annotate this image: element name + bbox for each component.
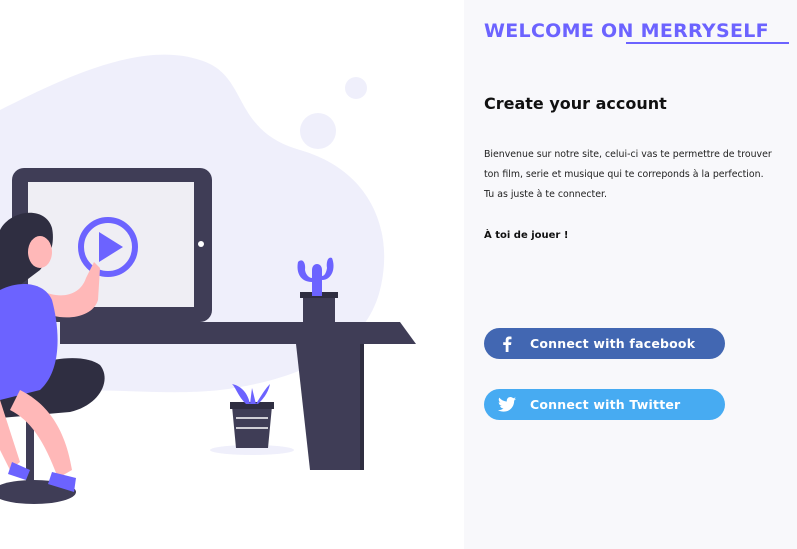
intro-line: Tu as juste à te connecter. (484, 189, 607, 200)
twitter-icon (484, 389, 530, 420)
facebook-button-label: Connect with facebook (530, 336, 696, 351)
connect-facebook-button[interactable]: Connect with facebook (484, 328, 725, 359)
brand-underline (626, 42, 789, 44)
woman-at-desk-illustration (0, 54, 416, 504)
floor-plant (210, 384, 294, 455)
facebook-icon (484, 328, 530, 359)
twitter-button-label: Connect with Twitter (530, 397, 681, 412)
connect-twitter-button[interactable]: Connect with Twitter (484, 389, 725, 420)
desk-leg-shadow (360, 344, 364, 470)
intro-line: Bienvenue sur notre site, celui-ci vas t… (484, 149, 772, 160)
tablet-button (198, 241, 204, 247)
intro-line: ton film, serie et musique qui te correp… (484, 169, 764, 180)
desk-top (60, 322, 416, 344)
decor-circle-small (345, 77, 367, 99)
desk-leg (296, 344, 362, 470)
page-title: Create your account (484, 94, 667, 113)
decor-circle-medium (300, 113, 336, 149)
brand-title: WELCOME ON MERRYSELF (484, 20, 769, 42)
illustration-panel (0, 0, 464, 549)
signup-panel: WELCOME ON MERRYSELF Create your account… (464, 0, 797, 549)
intro-text: Bienvenue sur notre site, celui-ci vas t… (484, 145, 784, 205)
call-to-action: À toi de jouer ! (484, 230, 569, 241)
